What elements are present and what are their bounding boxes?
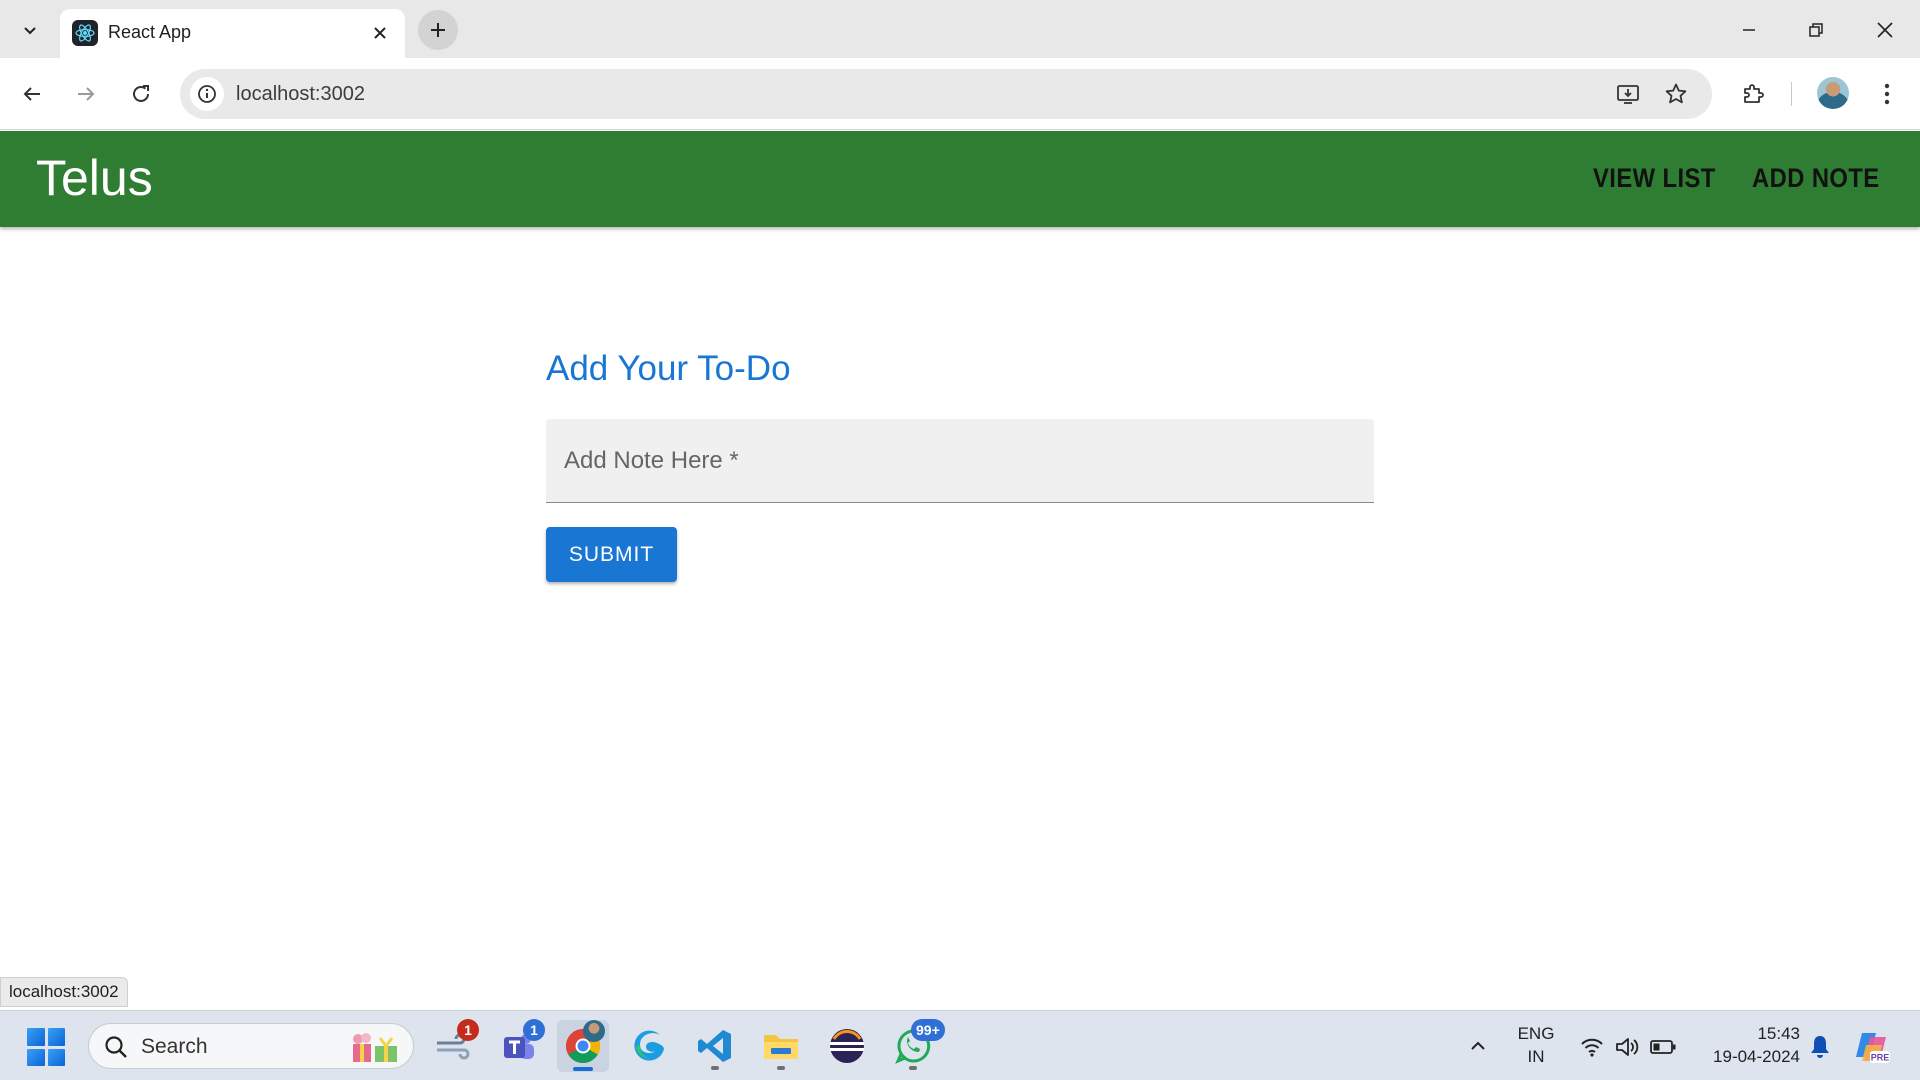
profile-avatar[interactable] — [1817, 77, 1849, 109]
language-code: ENG — [1517, 1024, 1555, 1043]
running-indicator — [777, 1066, 785, 1070]
start-button[interactable] — [27, 1028, 65, 1066]
tab-search-button[interactable] — [12, 14, 48, 46]
bell-icon — [1811, 1036, 1829, 1058]
browser-tab-active[interactable]: React App — [60, 9, 405, 58]
close-icon — [374, 27, 386, 39]
vscode-icon — [698, 1030, 731, 1062]
star-icon — [1665, 83, 1687, 104]
windows-logo-pane — [47, 1028, 65, 1046]
taskbar-edge[interactable] — [623, 1020, 675, 1072]
back-button[interactable] — [12, 74, 52, 114]
notifications-button[interactable] — [1806, 1032, 1834, 1060]
chevron-up-icon — [1471, 1041, 1485, 1050]
submit-button[interactable]: SUBMIT — [546, 527, 677, 582]
address-bar[interactable]: localhost:3002 — [180, 69, 1712, 119]
chevron-down-icon — [24, 27, 36, 35]
restore-button[interactable] — [1791, 8, 1841, 52]
chrome-menu-button[interactable] — [1867, 74, 1907, 114]
brand-title[interactable]: Telus — [36, 149, 153, 207]
taskbar-whatsapp[interactable]: 99+ — [887, 1019, 945, 1072]
running-indicator — [711, 1066, 719, 1070]
language-indicator[interactable]: ENG IN — [1510, 1022, 1562, 1068]
copilot-button[interactable]: PRE — [1852, 1027, 1892, 1067]
taskbar-file-explorer[interactable] — [755, 1020, 807, 1072]
nav-view-list[interactable]: VIEW LIST — [1593, 163, 1716, 194]
wifi-icon — [1581, 1038, 1603, 1057]
eclipse-icon — [830, 1029, 864, 1063]
folder-icon — [764, 1035, 798, 1059]
notification-badge: 99+ — [911, 1019, 945, 1041]
clock-date: 19-04-2024 — [1713, 1047, 1800, 1066]
taskbar-search[interactable]: Search — [88, 1023, 414, 1069]
note-input[interactable] — [546, 419, 1374, 502]
notification-badge: 1 — [523, 1019, 545, 1041]
volume-button[interactable] — [1613, 1033, 1641, 1061]
form-title: Add Your To-Do — [546, 349, 791, 388]
windows-logo-pane — [47, 1048, 65, 1066]
show-hidden-icons-button[interactable] — [1465, 1033, 1491, 1059]
browser-toolbar: localhost:3002 — [0, 58, 1920, 130]
tab-title: React App — [108, 22, 192, 42]
arrow-left-icon — [23, 87, 40, 101]
install-icon — [1617, 85, 1639, 104]
restore-icon — [1809, 23, 1823, 37]
windows-taskbar: Search 1 1 99+ ENG IN 15:43 19-04-2024 P… — [0, 1010, 1920, 1080]
taskbar-eclipse[interactable] — [821, 1020, 873, 1072]
minimize-button[interactable] — [1724, 8, 1774, 52]
nav-add-note[interactable]: ADD NOTE — [1752, 163, 1880, 194]
tab-close-button[interactable] — [366, 19, 394, 47]
close-window-button[interactable] — [1860, 8, 1910, 52]
reload-icon — [133, 85, 149, 102]
taskbar-vscode[interactable] — [689, 1020, 741, 1072]
search-label: Search — [141, 1035, 208, 1058]
react-logo-icon — [72, 20, 98, 46]
app-bar: Telus VIEW LIST ADD NOTE — [0, 131, 1920, 227]
arrow-right-icon — [78, 87, 95, 101]
info-icon — [198, 85, 216, 103]
new-tab-button[interactable] — [418, 10, 458, 50]
install-app-button[interactable] — [1612, 78, 1644, 110]
edge-icon — [634, 1030, 664, 1061]
active-indicator — [573, 1067, 593, 1071]
status-url-bubble: localhost:3002 — [0, 977, 128, 1007]
puzzle-icon — [1744, 84, 1764, 103]
toolbar-divider — [1791, 82, 1792, 106]
browser-tab-strip: React App — [0, 0, 1920, 58]
running-indicator — [909, 1066, 917, 1070]
site-info-button[interactable] — [190, 77, 224, 111]
windows-logo-icon — [27, 1028, 45, 1046]
taskbar-teams[interactable]: 1 — [493, 1019, 545, 1072]
taskbar-chrome[interactable] — [557, 1020, 609, 1072]
close-icon — [1877, 22, 1893, 38]
svg-text:PRE: PRE — [1871, 1053, 1890, 1063]
speaker-icon — [1616, 1038, 1639, 1056]
forward-button[interactable] — [66, 74, 106, 114]
battery-icon — [1650, 1040, 1676, 1054]
clock[interactable]: 15:43 19-04-2024 — [1690, 1022, 1800, 1068]
gifts-icon — [353, 1033, 397, 1062]
copilot-icon: PRE — [1856, 1033, 1890, 1063]
language-region: IN — [1527, 1047, 1545, 1066]
url-text[interactable]: localhost:3002 — [236, 83, 365, 106]
battery-button[interactable] — [1649, 1033, 1677, 1061]
clock-time: 15:43 — [1757, 1024, 1800, 1043]
note-field[interactable] — [546, 419, 1374, 503]
bookmark-star-button[interactable] — [1660, 78, 1692, 110]
more-vertical-icon — [1884, 83, 1890, 105]
plus-icon — [431, 23, 445, 37]
wifi-button[interactable] — [1578, 1033, 1606, 1061]
notification-badge: 1 — [457, 1019, 479, 1041]
reload-button[interactable] — [121, 74, 161, 114]
taskbar-widgets[interactable]: 1 — [427, 1019, 479, 1072]
extensions-button[interactable] — [1733, 74, 1773, 114]
minimize-icon — [1743, 29, 1755, 31]
profile-overlay-avatar — [583, 1020, 605, 1042]
windows-logo-pane — [27, 1048, 45, 1066]
search-icon — [105, 1036, 127, 1058]
